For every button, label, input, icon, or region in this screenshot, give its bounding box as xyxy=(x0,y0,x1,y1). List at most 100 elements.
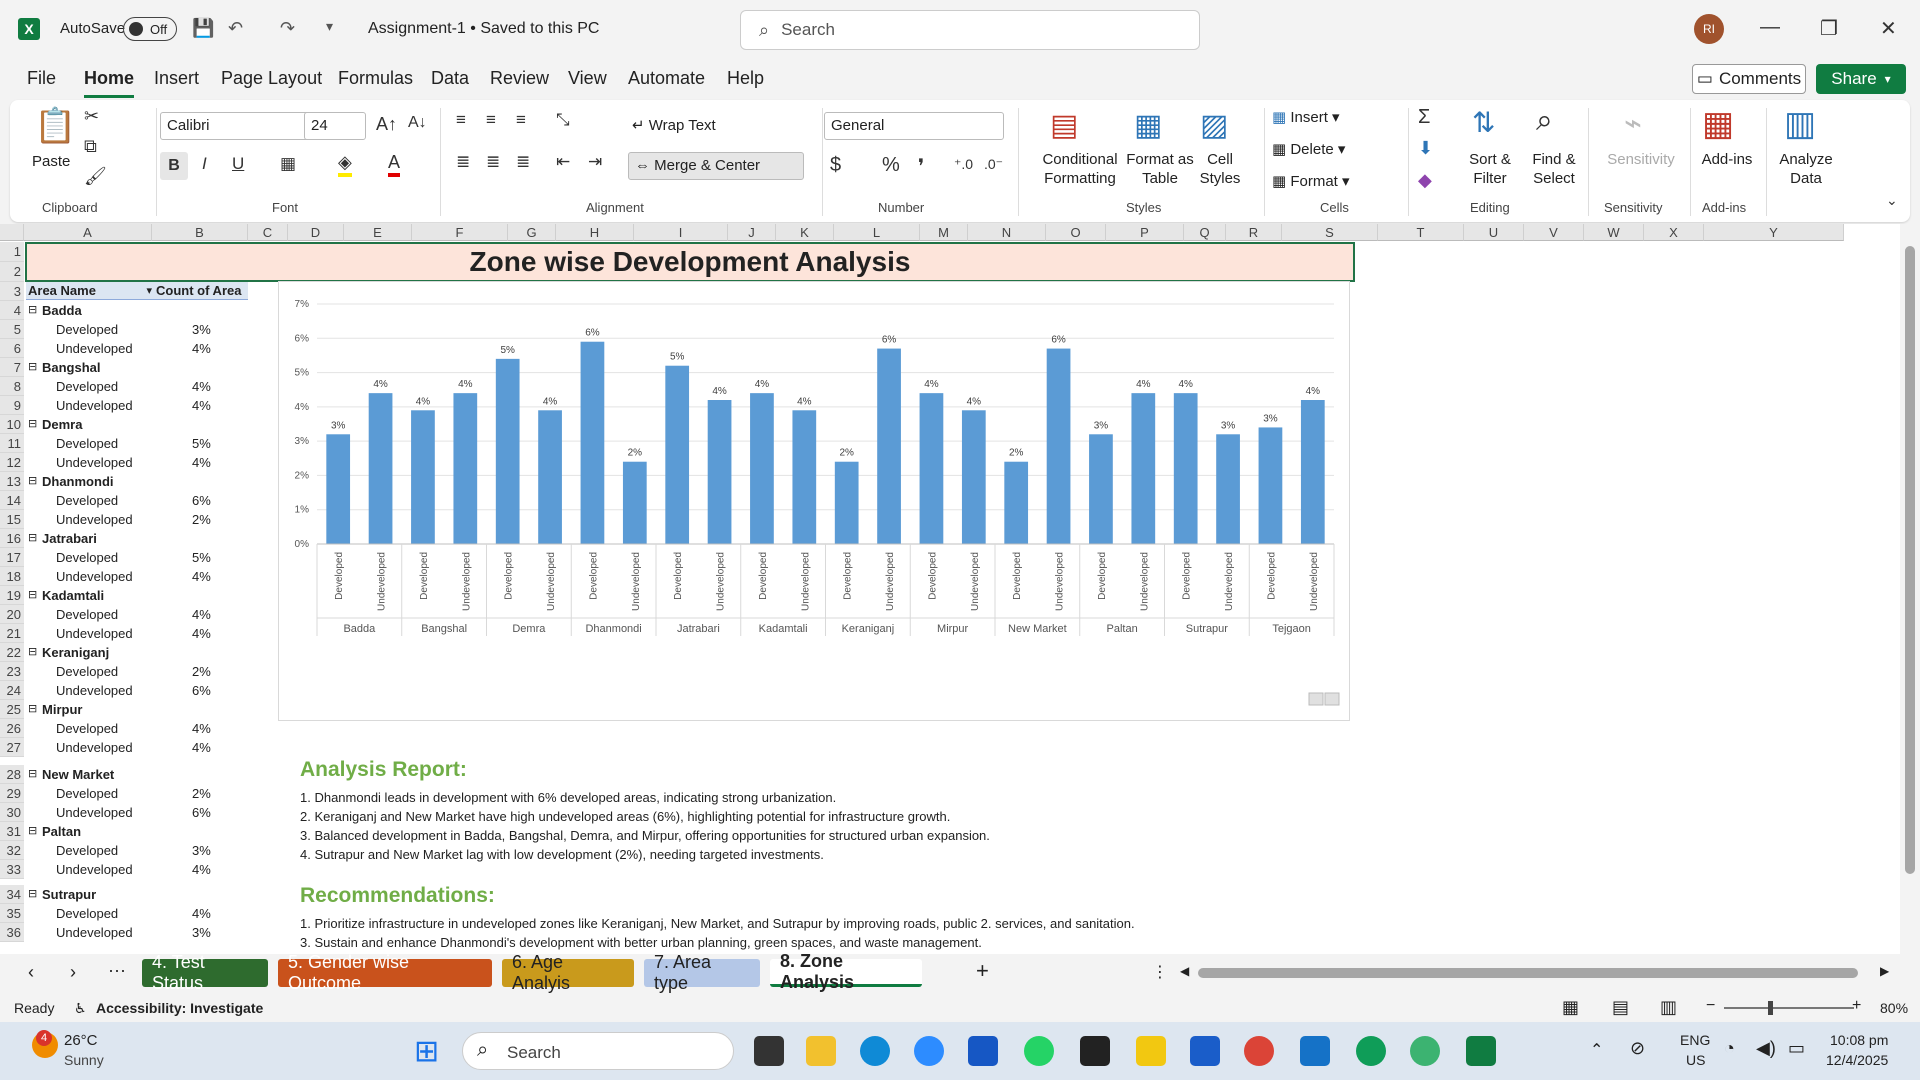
menu-formulas[interactable]: Formulas xyxy=(338,68,413,89)
pivot-value[interactable]: 2% xyxy=(192,664,211,679)
merge-center-button[interactable]: ⇔ Merge & Center xyxy=(628,152,804,180)
row-header[interactable]: 7 xyxy=(0,358,24,377)
collapse-icon[interactable]: ⊟ xyxy=(28,702,37,715)
tab-options-icon[interactable]: ⋮ xyxy=(1152,962,1168,982)
row-header[interactable]: 22 xyxy=(0,643,24,662)
minimize-icon[interactable]: — xyxy=(1760,16,1780,39)
copy-icon[interactable]: ⧉ xyxy=(84,136,97,157)
analyze-data-icon[interactable]: ▥ xyxy=(1784,104,1816,144)
excel-taskbar-icon[interactable] xyxy=(1466,1036,1496,1066)
add-sheet-icon[interactable]: + xyxy=(976,958,989,984)
share-button[interactable]: Share ▾ xyxy=(1816,64,1906,94)
orientation-icon[interactable]: ⤡ xyxy=(556,110,570,130)
collapse-icon[interactable]: ⊟ xyxy=(28,767,37,780)
row-header[interactable]: 16 xyxy=(0,529,24,548)
currency-button[interactable]: $ xyxy=(830,154,841,177)
prev-sheet-icon[interactable]: ‹ xyxy=(28,962,34,983)
decrease-font-icon[interactable]: A↓ xyxy=(408,114,427,132)
pivot-row-label[interactable]: Developed xyxy=(56,550,118,565)
increase-decimal-icon[interactable]: ⁺.0 xyxy=(954,156,973,173)
pivot-value[interactable]: 2% xyxy=(192,786,211,801)
menu-automate[interactable]: Automate xyxy=(628,68,705,89)
row-header[interactable]: 1 xyxy=(0,242,24,262)
row-header[interactable]: 36 xyxy=(0,923,24,942)
column-header[interactable]: R xyxy=(1226,224,1282,241)
tab-area-type[interactable]: 7. Area type xyxy=(644,952,760,993)
pivot-row-label[interactable]: Developed xyxy=(56,843,118,858)
column-header[interactable]: B xyxy=(152,224,248,241)
chat-app-icon[interactable] xyxy=(1410,1036,1440,1066)
pivot-value[interactable]: 2% xyxy=(192,512,211,527)
pivot-row-label[interactable]: Developed xyxy=(56,721,118,736)
worksheet[interactable]: ABCDEFGHIJKLMNOPQRSTUVWXY 1 2 3 4 5 6 7 8 9 10 11 1… xyxy=(0,224,1920,954)
scroll-left-icon[interactable]: ◀ xyxy=(1180,964,1189,978)
column-header[interactable]: C xyxy=(248,224,288,241)
pivot-row-label[interactable]: Undeveloped xyxy=(56,683,133,698)
column-header[interactable]: D xyxy=(288,224,344,241)
menu-help[interactable]: Help xyxy=(727,68,764,89)
pivot-row-label[interactable]: Undeveloped xyxy=(56,626,133,641)
customize-toolbar-icon[interactable]: ▾ xyxy=(326,18,333,35)
row-header[interactable]: 3 xyxy=(0,282,24,301)
pivot-group-label[interactable]: Dhanmondi xyxy=(42,474,114,489)
column-header[interactable]: P xyxy=(1106,224,1184,241)
column-header[interactable]: U xyxy=(1464,224,1524,241)
vertical-scroll-thumb[interactable] xyxy=(1905,246,1915,874)
row-header[interactable]: 31 xyxy=(0,822,24,841)
bold-button[interactable]: B xyxy=(160,152,188,180)
autosave-toggle[interactable]: Off xyxy=(123,17,177,41)
collapse-icon[interactable]: ⊟ xyxy=(28,645,37,658)
row-header[interactable]: 25 xyxy=(0,700,24,719)
row-header[interactable]: 12 xyxy=(0,453,24,472)
chrome-icon[interactable] xyxy=(1244,1036,1274,1066)
pivot-value[interactable]: 6% xyxy=(192,683,211,698)
taskbar-search[interactable]: ⌕ Search xyxy=(462,1032,734,1070)
pivot-row-label[interactable]: Undeveloped xyxy=(56,455,133,470)
column-header[interactable]: Y xyxy=(1704,224,1844,241)
pivot-row-label[interactable]: Developed xyxy=(56,493,118,508)
notepad-icon[interactable] xyxy=(1300,1036,1330,1066)
pivot-value[interactable]: 4% xyxy=(192,607,211,622)
menu-data[interactable]: Data xyxy=(431,68,469,89)
vertical-scrollbar[interactable] xyxy=(1900,224,1920,954)
font-size-select[interactable]: 24 xyxy=(304,112,366,140)
row-header[interactable]: 18 xyxy=(0,567,24,586)
pivot-value[interactable]: 3% xyxy=(192,925,211,940)
zoom-out-icon[interactable]: − xyxy=(1706,997,1715,1015)
decrease-indent-icon[interactable]: ⇤ xyxy=(556,152,570,172)
insert-cells-button[interactable]: ▦ Insert ▾ xyxy=(1272,108,1340,127)
pivot-group-label[interactable]: Demra xyxy=(42,417,82,432)
pivot-row-label[interactable]: Developed xyxy=(56,379,118,394)
row-header[interactable]: 6 xyxy=(0,339,24,358)
scroll-right-icon[interactable]: ▶ xyxy=(1880,964,1889,978)
column-header[interactable]: S xyxy=(1282,224,1378,241)
menu-review[interactable]: Review xyxy=(490,68,549,89)
row-header[interactable]: 4 xyxy=(0,301,24,320)
pivot-group-label[interactable]: Jatrabari xyxy=(42,531,97,546)
underline-button[interactable]: U xyxy=(232,154,244,174)
row-header[interactable]: 10 xyxy=(0,415,24,434)
conditional-formatting-icon[interactable]: ▤ xyxy=(1050,108,1078,143)
collapse-ribbon-icon[interactable]: ⌄ xyxy=(1886,192,1898,209)
menu-view[interactable]: View xyxy=(568,68,607,89)
pivot-group-label[interactable]: Bangshal xyxy=(42,360,101,375)
menu-page-layout[interactable]: Page Layout xyxy=(221,68,322,89)
collapse-icon[interactable]: ⊟ xyxy=(28,588,37,601)
tab-zone-analysis[interactable]: 8. Zone Analysis xyxy=(770,951,922,992)
add-ins-button[interactable]: Add-ins xyxy=(1692,150,1762,169)
wrap-text-button[interactable]: ↵ Wrap Text xyxy=(632,116,716,135)
pivot-row-label[interactable]: Developed xyxy=(56,786,118,801)
column-header[interactable]: O xyxy=(1046,224,1106,241)
row-header[interactable]: 14 xyxy=(0,491,24,510)
row-header[interactable]: 24 xyxy=(0,681,24,700)
row-header[interactable]: 34 xyxy=(0,885,24,904)
cell-styles-icon[interactable]: ▨ xyxy=(1200,108,1228,143)
pivot-row-label[interactable]: Developed xyxy=(56,664,118,679)
pivot-row-label[interactable]: Undeveloped xyxy=(56,569,133,584)
row-header[interactable]: 17 xyxy=(0,548,24,567)
pivot-value[interactable]: 4% xyxy=(192,569,211,584)
clear-icon[interactable]: ◆ xyxy=(1418,170,1432,191)
more-sheets-icon[interactable]: ··· xyxy=(108,960,126,981)
pivot-value[interactable]: 4% xyxy=(192,455,211,470)
pivot-value[interactable]: 4% xyxy=(192,341,211,356)
